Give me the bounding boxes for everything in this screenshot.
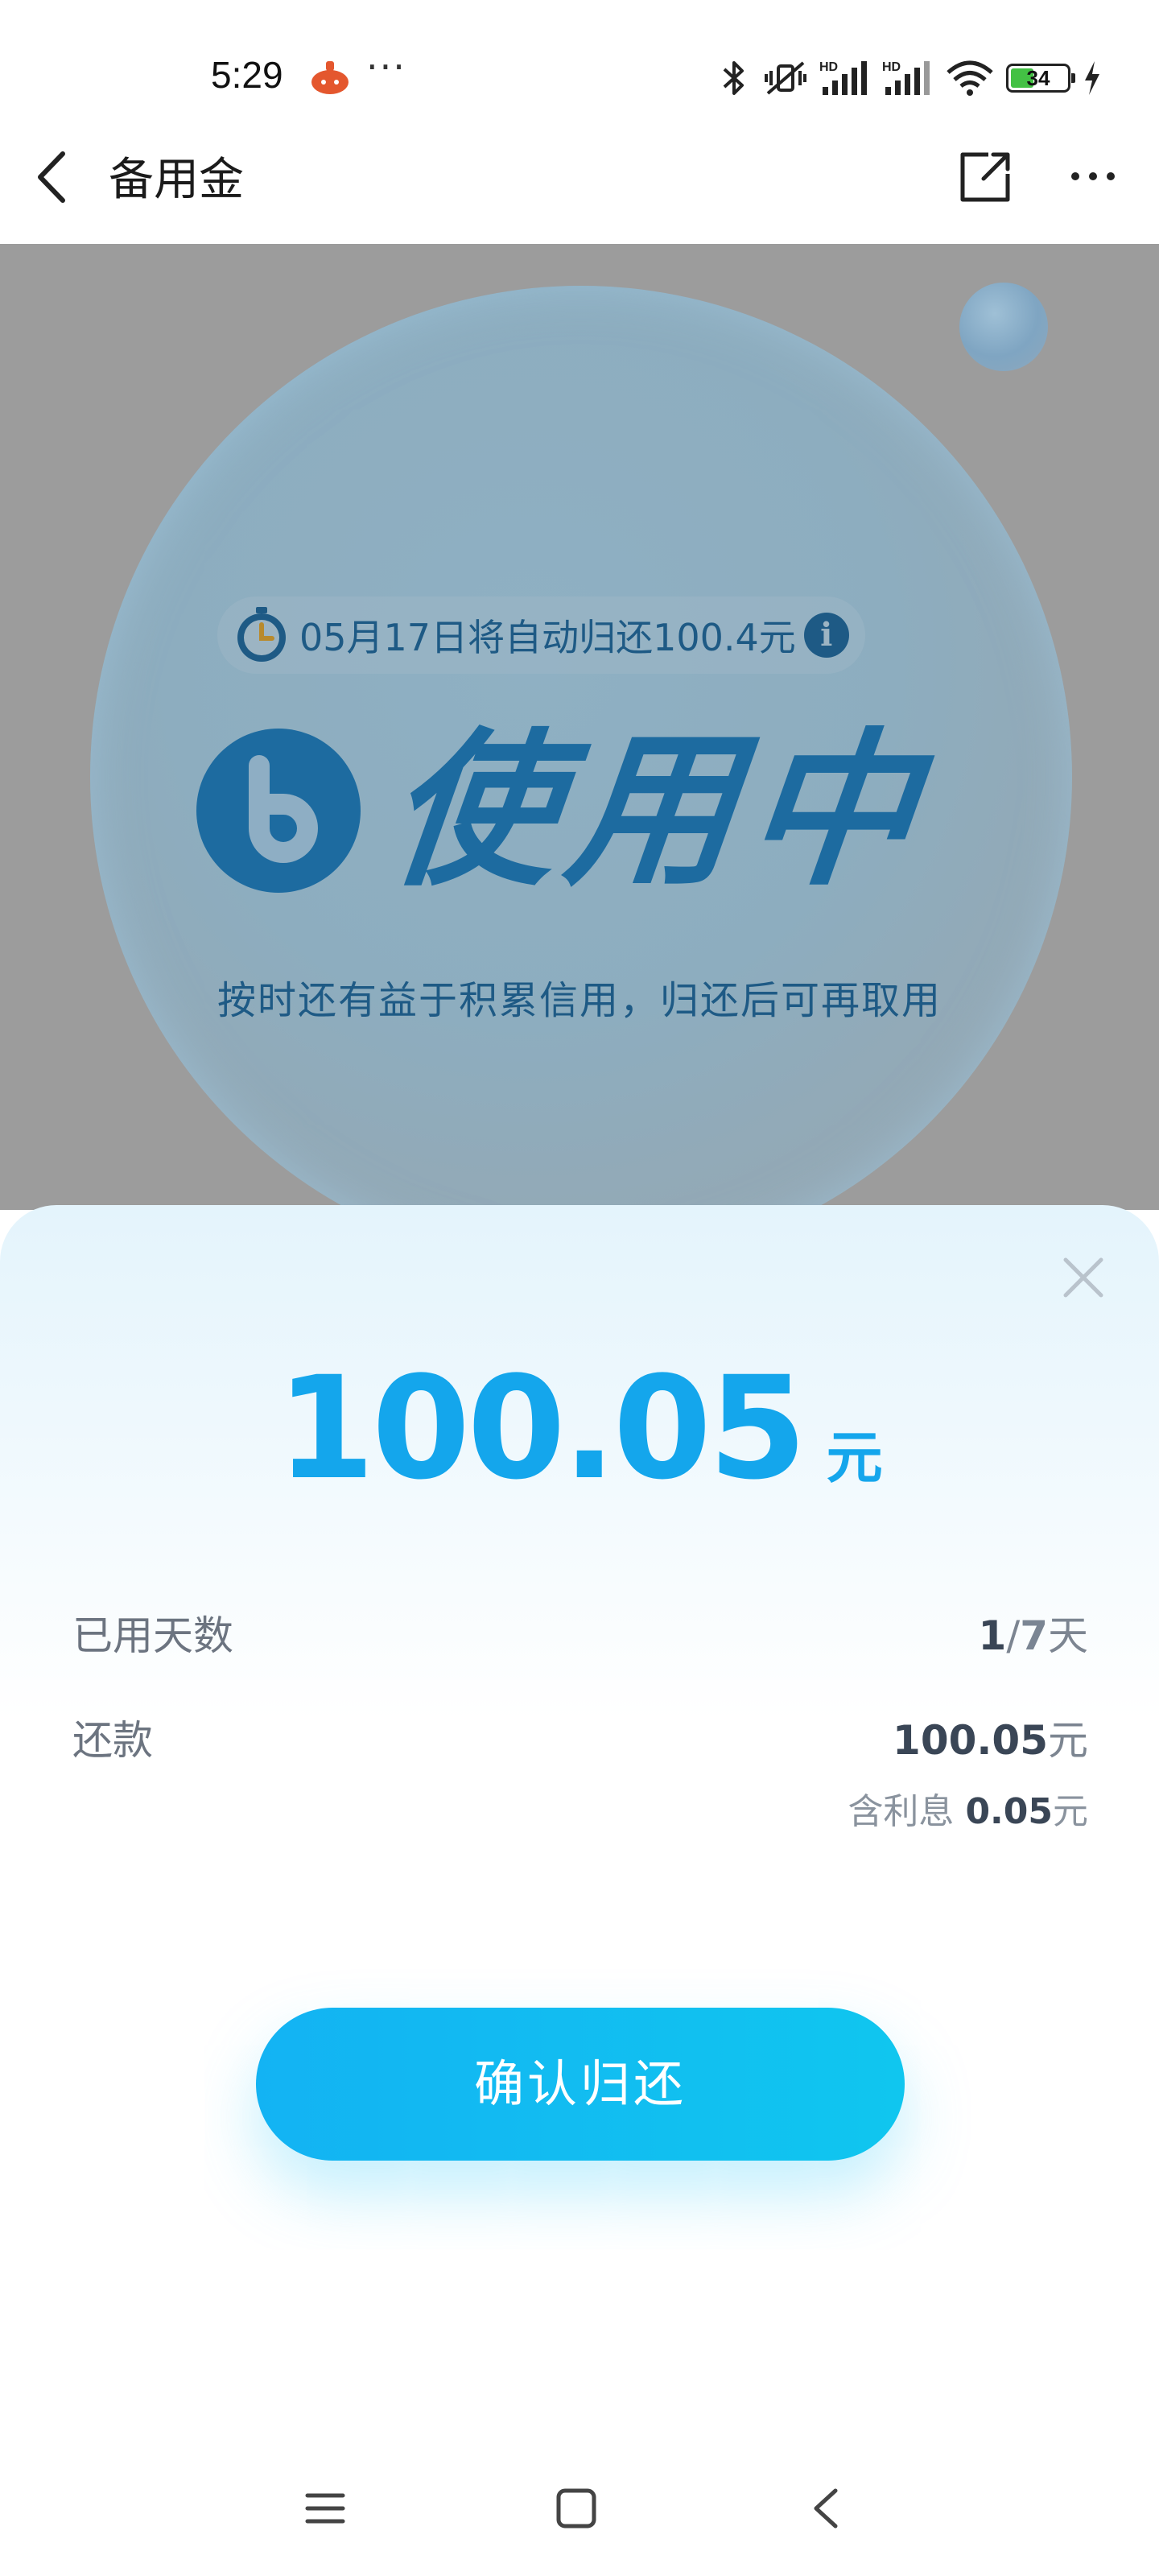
status-more-dots: ··· — [366, 45, 406, 89]
app-notification-icon — [311, 61, 349, 94]
home-icon[interactable] — [555, 2487, 597, 2529]
status-icons: HD HD 34 — [716, 56, 1103, 100]
svg-text:HD: HD — [882, 60, 901, 74]
days-used-label: 已用天数 — [72, 1612, 233, 1659]
amount-display: 100.05 元 — [0, 1346, 1159, 1511]
repay-value: 100.05元 — [893, 1708, 1088, 1766]
repay-unit: 元 — [1048, 1717, 1088, 1764]
back-chevron-icon[interactable] — [32, 149, 72, 205]
amount-value: 100.05 — [276, 1346, 806, 1511]
hd-signal-icon: HD — [882, 60, 930, 95]
repay-label: 还款 — [72, 1717, 153, 1764]
share-icon[interactable] — [956, 148, 1014, 206]
wifi-icon — [947, 60, 993, 96]
days-used-count: 1 — [978, 1612, 1007, 1659]
interest-note: 含利息 0.05元 — [848, 1782, 1088, 1834]
battery-icon: 34 — [1006, 64, 1075, 93]
interest-unit: 元 — [1053, 1791, 1088, 1832]
usage-status-title: 使用中 — [379, 714, 936, 909]
close-icon[interactable] — [1061, 1255, 1106, 1300]
info-icon[interactable]: i — [803, 613, 849, 658]
mute-vibrate-icon — [765, 61, 806, 95]
repay-amount: 100.05 — [893, 1717, 1048, 1764]
battery-level: 34 — [1026, 65, 1050, 90]
more-icon[interactable] — [1069, 158, 1117, 195]
auto-return-text: 05月17日将自动归还100.4元 — [299, 616, 796, 659]
days-total: 7 — [1020, 1612, 1048, 1659]
interest-label: 含利息 — [848, 1791, 955, 1832]
page-title: 备用金 — [109, 154, 244, 206]
brand-logo-icon — [196, 729, 361, 893]
confirm-return-button[interactable]: 确认归还 — [256, 2008, 905, 2161]
clock-icon — [237, 607, 286, 662]
amount-unit: 元 — [826, 1425, 883, 1491]
hero-subtitle: 按时还有益于积累信用，归还后可再取用 — [217, 978, 942, 1023]
menu-icon[interactable] — [304, 2487, 346, 2529]
days-used-value: 1/7天 — [979, 1604, 1088, 1662]
status-time: 5:29 — [211, 54, 283, 96]
back-icon[interactable] — [810, 2487, 842, 2529]
status-bar: 5:29 ··· HD HD 34 — [0, 0, 1159, 158]
bluetooth-icon — [723, 61, 744, 95]
auto-return-notice[interactable]: 05月17日将自动归还100.4元 i — [217, 597, 865, 674]
hero-small-bubble — [959, 283, 1048, 371]
interest-amount: 0.05 — [965, 1791, 1053, 1832]
repay-sheet: 100.05 元 已用天数 1/7天 还款 100.05元 含利息 0.05元 确… — [0, 1205, 1159, 2576]
svg-text:HD: HD — [819, 60, 838, 74]
days-separator: / — [1006, 1612, 1021, 1659]
days-unit: 天 — [1048, 1612, 1088, 1659]
charging-icon — [1085, 61, 1099, 95]
system-navigation-bar — [0, 2439, 1159, 2576]
status-hero: 05月17日将自动归还100.4元 i 使用中 按时还有益于积累信用，归还后可再… — [0, 244, 1159, 1210]
hd-signal-icon: HD — [819, 60, 867, 95]
